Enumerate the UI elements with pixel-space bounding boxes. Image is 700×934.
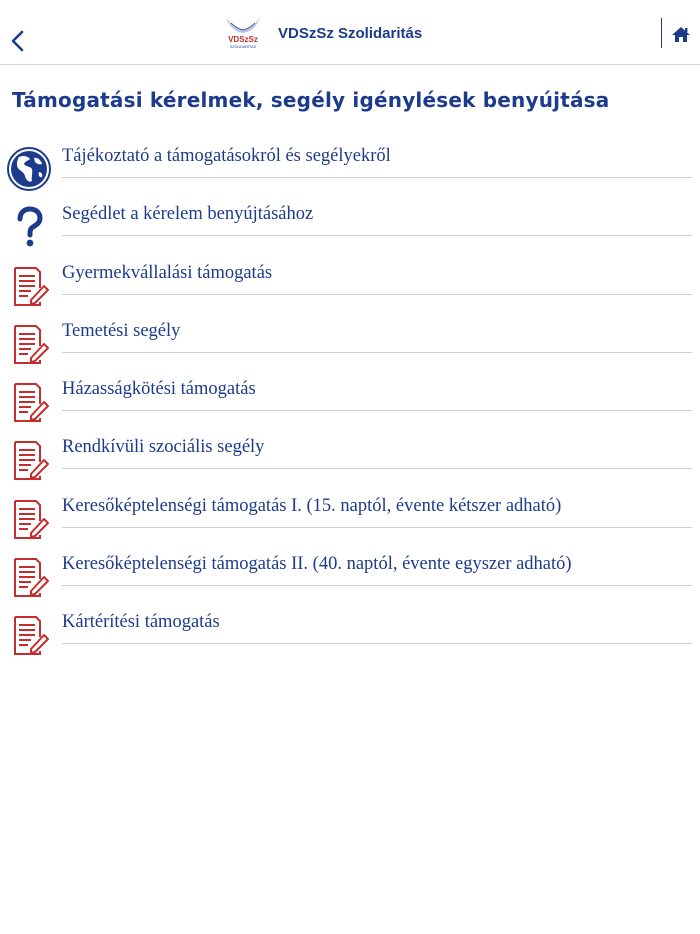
menu-item-label: Keresőképtelenségi támogatás I. (15. nap… [62,495,562,516]
form-icon [14,558,49,598]
form-icon [14,324,49,364]
form-icon [14,266,49,306]
menu-list: Tájékoztató a támogatásokról és segélyek… [0,140,700,665]
menu-item-label: Tájékoztató a támogatásokról és segélyek… [62,146,391,166]
separator [62,526,692,528]
menu-item-keresokeptelensegi-2[interactable]: Keresőképtelenségi támogatás II. (40. na… [0,548,700,606]
separator [62,235,692,237]
separator [62,410,692,412]
form-icon [14,616,49,656]
separator [62,468,692,470]
separator [62,293,692,295]
menu-item-segedlet[interactable]: Segédlet a kérelem benyújtásához [0,198,700,256]
separator [62,351,692,353]
menu-item-label: Kártérítési támogatás [62,612,220,633]
menu-item-tajekoztato[interactable]: Tájékoztató a támogatásokról és segélyek… [0,140,700,198]
svg-text:VDSzSz: VDSzSz [228,35,258,44]
form-icon [14,499,49,539]
menu-item-label: Gyermekvállalási támogatás [62,262,273,283]
back-chevron-icon[interactable] [6,26,30,56]
question-icon [17,206,43,247]
separator [62,585,692,587]
menu-item-label: Temetési segély [62,320,181,341]
page-title: Támogatási kérelmek, segély igénylések b… [12,88,610,112]
separator [62,643,692,645]
menu-item-rendkivuli[interactable]: Rendkívüli szociális segély [0,431,700,489]
form-icon [14,441,49,481]
menu-item-label: Segédlet a kérelem benyújtásához [62,204,314,225]
home-icon[interactable] [670,24,692,44]
menu-item-gyermekvallalasi[interactable]: Gyermekvállalási támogatás [0,257,700,315]
svg-text:SZOLIDARITÁS: SZOLIDARITÁS [230,45,257,49]
menu-item-label: Házasságkötési támogatás [62,379,256,400]
separator [62,177,692,178]
menu-item-karteritesi[interactable]: Kártérítési támogatás [0,606,700,664]
globe-icon [7,147,51,191]
menu-item-label: Rendkívüli szociális segély [62,437,265,458]
menu-item-label: Keresőképtelenségi támogatás II. (40. na… [62,554,572,575]
menu-item-keresokeptelensegi-1[interactable]: Keresőképtelenségi támogatás I. (15. nap… [0,490,700,548]
app-title: VDSzSz Szolidaritás [278,25,423,42]
menu-item-temetesi[interactable]: Temetési segély [0,315,700,373]
menu-item-hazassagkotesi[interactable]: Házasságkötési támogatás [0,373,700,431]
logo: VDSzSz SZOLIDARITÁS [226,18,260,49]
header-divider [661,18,662,48]
app-header: VDSzSz SZOLIDARITÁS VDSzSz Szolidaritás [0,0,700,65]
form-icon [14,383,49,423]
